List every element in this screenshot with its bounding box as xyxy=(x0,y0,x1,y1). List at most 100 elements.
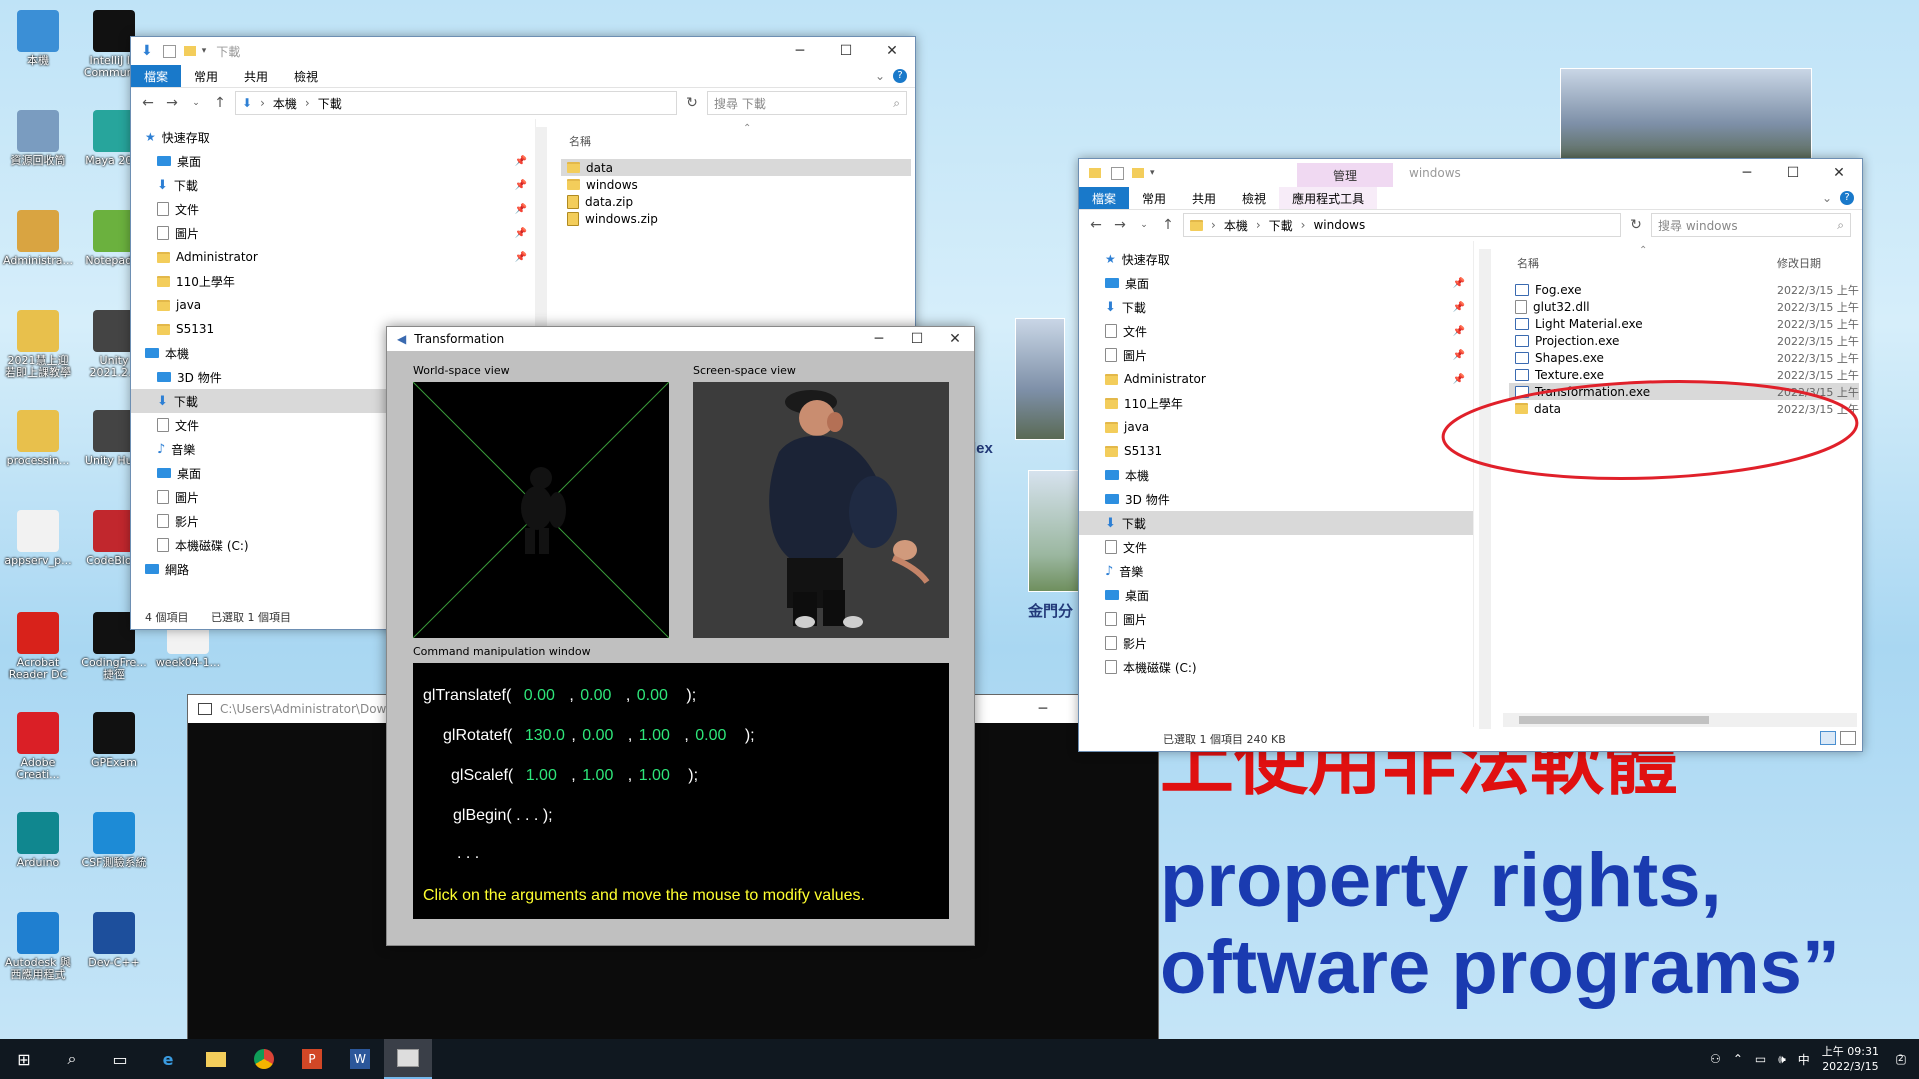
app-titlebar[interactable]: ◀ Transformation ─ ☐ ✕ xyxy=(387,327,974,351)
new-folder-icon[interactable] xyxy=(183,46,196,56)
nav-item[interactable]: 桌面 xyxy=(1079,583,1473,607)
properties-icon[interactable] xyxy=(1111,166,1124,180)
nav-item[interactable]: 文件 📌 xyxy=(131,197,535,221)
ribbon-expand-icon[interactable]: ⌄ xyxy=(875,69,885,83)
tab-application-tools[interactable]: 應用程式工具 xyxy=(1279,187,1378,209)
new-folder-icon[interactable] xyxy=(1089,168,1101,178)
nav-item[interactable]: 圖片 📌 xyxy=(131,221,535,245)
qat-dropdown-icon[interactable]: ▾ xyxy=(1150,168,1155,178)
address-path[interactable]: › 本機 › 下載 › windows xyxy=(1183,213,1621,237)
search-icon[interactable]: ⌕ xyxy=(48,1039,96,1079)
tab-home[interactable]: 常用 xyxy=(1129,187,1179,209)
nav-item[interactable]: 桌面 📌 xyxy=(131,149,535,173)
maximize-button[interactable]: ☐ xyxy=(1770,159,1816,187)
maximize-button[interactable]: ☐ xyxy=(898,327,936,351)
up-arrow-icon[interactable]: ↑ xyxy=(211,95,229,111)
desktop-shortcut[interactable]: Administra... xyxy=(2,210,74,267)
tab-view[interactable]: 檢視 xyxy=(281,65,331,87)
windows-start-icon[interactable]: ⊞ xyxy=(0,1039,48,1079)
task-view-icon[interactable]: ▭ xyxy=(96,1039,144,1079)
manage-context-tab[interactable]: 管理 xyxy=(1297,163,1393,187)
volume-icon[interactable]: 🕪 xyxy=(1778,1052,1786,1067)
scrollbar-thumb[interactable] xyxy=(1519,716,1709,724)
pin-icon[interactable]: 📌 xyxy=(515,252,527,263)
translate-z-arg[interactable]: 0.00 xyxy=(637,687,668,704)
desktop-shortcut[interactable]: CSF測驗系統 xyxy=(78,812,150,869)
pin-icon[interactable]: 📌 xyxy=(1453,326,1465,337)
search-input[interactable]: 搜尋 下載 ⌕ xyxy=(707,91,907,115)
desktop-shortcut[interactable]: Adobe Creati... xyxy=(2,712,74,781)
scale-y-arg[interactable]: 1.00 xyxy=(582,767,613,784)
nav-item[interactable]: java xyxy=(1079,415,1473,439)
network-icon[interactable]: ▭ xyxy=(1755,1052,1766,1066)
recent-dropdown-icon[interactable]: ⌄ xyxy=(1135,220,1153,230)
rotate-x-arg[interactable]: 0.00 xyxy=(582,727,613,744)
desktop-shortcut[interactable]: appserv_p... xyxy=(2,510,74,567)
pin-icon[interactable]: 📌 xyxy=(1453,302,1465,313)
nav-item[interactable]: ♪ 音樂 xyxy=(1079,559,1473,583)
nav-item[interactable]: 文件 xyxy=(1079,535,1473,559)
nav-item[interactable]: java xyxy=(131,293,535,317)
edge-browser-icon[interactable]: e xyxy=(144,1039,192,1079)
pin-icon[interactable]: 📌 xyxy=(515,228,527,239)
tab-share[interactable]: 共用 xyxy=(231,65,281,87)
file-row[interactable]: windows.zip xyxy=(561,210,911,227)
minimize-button[interactable]: ─ xyxy=(1724,159,1770,187)
desktop-shortcut[interactable]: 2021慧上迎 若即上課教學 xyxy=(2,310,74,379)
pin-icon[interactable]: 📌 xyxy=(515,204,527,215)
explorer-titlebar[interactable]: ▾ 管理 windows ─ ☐ ✕ xyxy=(1079,159,1862,187)
rotate-y-arg[interactable]: 1.00 xyxy=(639,727,670,744)
word-icon[interactable]: W xyxy=(336,1039,384,1079)
nav-item[interactable]: 本機磁碟 (C:) xyxy=(1079,655,1473,679)
back-arrow-icon[interactable]: ← xyxy=(1087,217,1105,233)
minimize-button[interactable]: ─ xyxy=(1020,695,1066,723)
nav-item[interactable]: ★ 快速存取 xyxy=(131,125,535,149)
address-path[interactable]: ⬇ › 本機 › 下載 xyxy=(235,91,677,115)
transformation-window[interactable]: ◀ Transformation ─ ☐ ✕ World-space view … xyxy=(386,326,975,946)
nav-item[interactable]: Administrator 📌 xyxy=(131,245,535,269)
breadcrumb-item[interactable]: 下載 xyxy=(318,95,342,112)
nav-item[interactable]: 桌面 📌 xyxy=(1079,271,1473,295)
breadcrumb-item[interactable]: 本機 xyxy=(1224,217,1248,234)
nav-item[interactable]: 圖片 xyxy=(1079,607,1473,631)
nav-item[interactable]: 文件 📌 xyxy=(1079,319,1473,343)
chrome-icon[interactable] xyxy=(240,1039,288,1079)
breadcrumb-item[interactable]: windows xyxy=(1313,218,1365,232)
pin-icon[interactable]: 📌 xyxy=(515,156,527,167)
help-icon[interactable]: ? xyxy=(1840,191,1854,205)
ime-indicator[interactable]: 中 xyxy=(1798,1051,1810,1068)
qat-dropdown-icon[interactable]: ▾ xyxy=(202,46,207,56)
powerpoint-icon[interactable]: P xyxy=(288,1039,336,1079)
nav-item[interactable]: ⬇ 下載 📌 xyxy=(1079,295,1473,319)
breadcrumb-item[interactable]: 本機 xyxy=(273,95,297,112)
nav-item[interactable]: Administrator 📌 xyxy=(1079,367,1473,391)
clock[interactable]: 上午 09:31 2022/3/15 xyxy=(1822,1044,1879,1074)
rotate-angle-arg[interactable]: 130.0 xyxy=(525,727,565,744)
file-row[interactable]: glut32.dll 2022/3/15 上午 xyxy=(1509,298,1859,315)
search-input[interactable]: 搜尋 windows ⌕ xyxy=(1651,213,1851,237)
refresh-icon[interactable]: ↻ xyxy=(1627,217,1645,233)
back-arrow-icon[interactable]: ← xyxy=(139,95,157,111)
tray-chevron-icon[interactable]: ⌃ xyxy=(1733,1052,1743,1066)
large-icons-view-icon[interactable] xyxy=(1840,731,1856,745)
desktop-shortcut[interactable]: GPExam xyxy=(78,712,150,769)
nav-item[interactable]: 110上學年 xyxy=(131,269,535,293)
close-button[interactable]: ✕ xyxy=(936,327,974,351)
nav-item[interactable]: ⬇ 下載 📌 xyxy=(131,173,535,197)
desktop-shortcut[interactable]: Dev-C++ xyxy=(78,912,150,969)
up-arrow-icon[interactable]: ↑ xyxy=(1159,217,1177,233)
scale-x-arg[interactable]: 1.00 xyxy=(526,767,557,784)
desktop-shortcut[interactable]: Autodesk 與 西應用程式 xyxy=(2,912,74,981)
file-row[interactable]: data xyxy=(561,159,911,176)
file-row[interactable]: windows xyxy=(561,176,911,193)
nav-item[interactable]: 影片 xyxy=(1079,631,1473,655)
minimize-button[interactable]: ─ xyxy=(777,37,823,65)
column-header-name[interactable]: 名稱 xyxy=(1517,255,1539,271)
file-row[interactable]: Light Material.exe 2022/3/15 上午 xyxy=(1509,315,1859,332)
help-icon[interactable]: ? xyxy=(893,69,907,83)
pin-icon[interactable]: 📌 xyxy=(515,180,527,191)
rotate-z-arg[interactable]: 0.00 xyxy=(695,727,726,744)
forward-arrow-icon[interactable]: → xyxy=(163,95,181,111)
horizontal-scrollbar[interactable] xyxy=(1503,713,1857,727)
people-icon[interactable]: ⚇ xyxy=(1710,1052,1721,1066)
